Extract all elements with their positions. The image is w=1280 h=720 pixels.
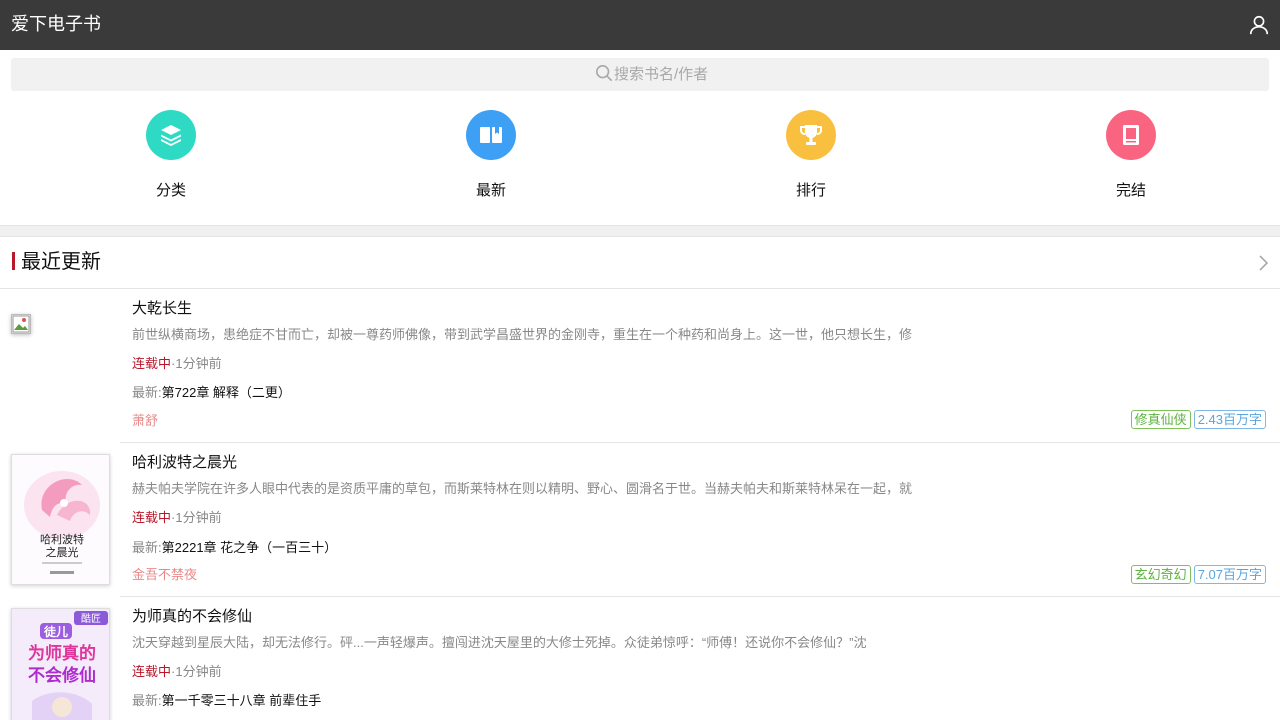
svg-text:之晨光: 之晨光 — [46, 545, 79, 559]
search-icon — [595, 64, 613, 87]
status-label: 连载中 — [132, 510, 172, 525]
book-tags: 修真仙侠 2.43百万字 — [1130, 410, 1266, 429]
book-description: 前世纵横商场，患绝症不甘而亡，却被一尊药师佛像，带到武学昌盛世界的金刚寺，重生在… — [132, 327, 913, 342]
nav-category-label: 分类 — [155, 182, 186, 199]
nav-finished[interactable]: 完结 — [1071, 110, 1191, 205]
book-title[interactable]: 大乾长生 — [132, 299, 192, 319]
search-placeholder: 搜索书名/作者 — [614, 66, 709, 83]
word-count-tag: 2.43百万字 — [1193, 410, 1266, 429]
svg-text:不会修仙: 不会修仙 — [28, 665, 96, 686]
genre-tag[interactable]: 玄幻奇幻 — [1130, 565, 1191, 584]
update-time: ·1分钟前 — [171, 664, 222, 679]
book-tags: 玄幻奇幻 7.07百万字 — [1130, 565, 1266, 584]
book-cover[interactable]: 哈利波特 之晨光 — [11, 454, 110, 585]
book-author[interactable]: 金吾不禁夜 — [132, 566, 197, 584]
book-title[interactable]: 哈利波特之晨光 — [132, 453, 237, 473]
book-open-icon — [466, 110, 516, 160]
nav-ranking[interactable]: 排行 — [751, 110, 871, 205]
latest-chapter[interactable]: 最新:第一千零三十八章 前辈住手 — [132, 692, 321, 710]
status-label: 连载中 — [132, 664, 172, 679]
layers-icon — [146, 110, 196, 160]
update-time: ·1分钟前 — [171, 510, 222, 525]
svg-text:酷匠: 酷匠 — [81, 613, 101, 625]
search-input[interactable]: 搜索书名/作者 — [11, 58, 1269, 91]
section-divider — [0, 225, 1280, 237]
svg-text:徒儿: 徒儿 — [43, 624, 68, 639]
book-cover[interactable]: 酷匠 徒儿 为师真的 不会修仙 — [11, 608, 110, 720]
book-list-item[interactable]: 酷匠 徒儿 为师真的 不会修仙 为师真的不会修仙 沈天穿越到星辰大陆，却无法修行… — [0, 597, 1280, 720]
nav-finished-label: 完结 — [1115, 182, 1146, 199]
trophy-icon — [786, 110, 836, 160]
latest-chapter-title[interactable]: 第2221章 花之争（一百三十） — [162, 540, 338, 555]
book-status: 连载中·1分钟前 — [132, 355, 222, 373]
broken-image-icon[interactable] — [11, 314, 31, 334]
book-status: 连载中·1分钟前 — [132, 663, 222, 681]
book-list-item[interactable]: 哈利波特 之晨光 哈利波特之晨光 赫夫帕夫学院在许多人眼中代表的是资质平庸的草包… — [0, 443, 1280, 597]
section-header: 最近更新 — [0, 238, 1280, 289]
latest-chapter-title[interactable]: 第722章 解释（二更） — [162, 385, 291, 400]
book-title[interactable]: 为师真的不会修仙 — [132, 607, 252, 627]
svg-text:为师真的: 为师真的 — [28, 643, 96, 664]
latest-prefix: 最新: — [132, 540, 162, 555]
section-title: 最近更新 — [21, 251, 101, 273]
latest-chapter[interactable]: 最新:第2221章 花之争（一百三十） — [132, 539, 337, 557]
section-accent-bar — [12, 252, 15, 270]
chevron-right-icon[interactable] — [1255, 254, 1271, 272]
word-count-tag: 7.07百万字 — [1193, 565, 1266, 584]
app-title[interactable]: 爱下电子书 — [11, 12, 101, 36]
book-author[interactable]: 萧舒 — [132, 412, 158, 430]
book-status: 连载中·1分钟前 — [132, 509, 222, 527]
update-time: ·1分钟前 — [171, 356, 222, 371]
status-label: 连载中 — [132, 356, 172, 371]
book-description: 沈天穿越到星辰大陆，却无法修行。砰...一声轻爆声。擅闯进沈天屋里的大修士死掉。… — [132, 635, 867, 650]
nav-category[interactable]: 分类 — [111, 110, 231, 205]
latest-chapter-title[interactable]: 第一千零三十八章 前辈住手 — [162, 693, 322, 708]
nav-latest-label: 最新 — [475, 182, 506, 199]
user-icon[interactable] — [1248, 14, 1270, 36]
latest-prefix: 最新: — [132, 693, 162, 708]
nav-latest[interactable]: 最新 — [431, 110, 551, 205]
nav-ranking-label: 排行 — [795, 182, 826, 199]
top-bar: 爱下电子书 — [0, 0, 1280, 50]
book-list-item[interactable]: 大乾长生 前世纵横商场，患绝症不甘而亡，却被一尊药师佛像，带到武学昌盛世界的金刚… — [0, 289, 1280, 443]
latest-prefix: 最新: — [132, 385, 162, 400]
book-icon — [1106, 110, 1156, 160]
latest-chapter[interactable]: 最新:第722章 解释（二更） — [132, 384, 291, 402]
svg-text:哈利波特: 哈利波特 — [40, 532, 84, 546]
genre-tag[interactable]: 修真仙侠 — [1130, 410, 1191, 429]
book-description: 赫夫帕夫学院在许多人眼中代表的是资质平庸的草包，而斯莱特林在则以精明、野心、圆滑… — [132, 481, 913, 496]
